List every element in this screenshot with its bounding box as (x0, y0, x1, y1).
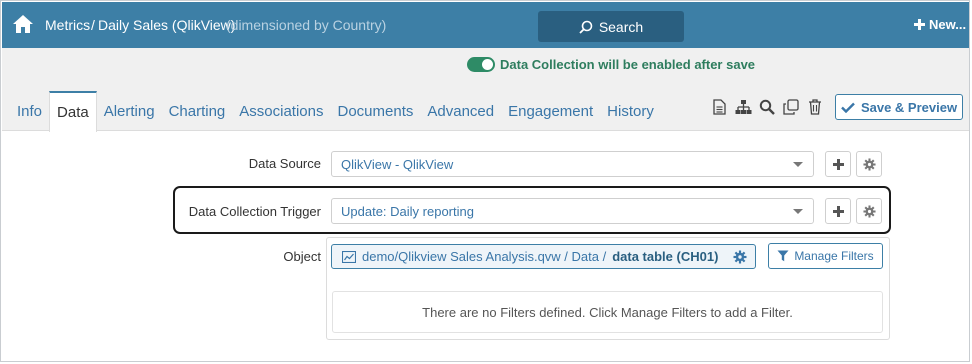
gear-icon (862, 157, 876, 171)
tab-charting[interactable]: Charting (162, 91, 233, 131)
breadcrumb-metrics[interactable]: Metrics (45, 17, 90, 33)
toolbar-icons (710, 97, 824, 117)
hierarchy-icon[interactable] (734, 97, 752, 117)
save-preview-label: Save & Preview (860, 99, 958, 115)
copy-icon[interactable] (782, 97, 800, 117)
plus-icon (832, 158, 844, 170)
home-icon[interactable] (12, 14, 34, 34)
search-label: Search (598, 18, 644, 35)
add-data-source-button[interactable] (825, 151, 851, 177)
page-title: Daily Sales (QlikView) (98, 17, 236, 33)
manage-filters-button[interactable]: Manage Filters (768, 243, 883, 269)
tab-advanced[interactable]: Advanced (420, 91, 501, 131)
gear-icon (862, 204, 876, 218)
add-trigger-button[interactable] (825, 198, 851, 224)
tab-documents[interactable]: Documents (331, 91, 421, 131)
object-name: data table (CH01) (612, 249, 719, 264)
object-field[interactable]: demo/Qlikview Sales Analysis.qvw / Data … (331, 244, 756, 269)
data-collection-notice: Data Collection will be enabled after sa… (500, 57, 756, 72)
new-label: New... (929, 17, 967, 32)
breadcrumb-separator: / (91, 17, 95, 33)
data-source-label: Data Source (248, 156, 321, 171)
tab-associations[interactable]: Associations (232, 91, 330, 131)
no-filters-text: There are no Filters defined. Click Mana… (422, 304, 793, 320)
top-header: Metrics / Daily Sales (QlikView) (dimens… (2, 2, 969, 48)
data-source-settings-button[interactable] (856, 151, 882, 177)
tab-bar: Info Data Alerting Charting Associations… (10, 91, 661, 132)
object-label: Object (283, 249, 321, 264)
save-preview-button[interactable]: Save & Preview (835, 94, 963, 120)
checkmark-icon (841, 102, 855, 113)
no-filters-message: There are no Filters defined. Click Mana… (332, 291, 883, 333)
app-window: Metrics / Daily Sales (QlikView) (dimens… (0, 0, 970, 362)
tab-history[interactable]: History (600, 91, 661, 131)
data-source-select[interactable]: QlikView - QlikView (331, 151, 814, 177)
search-icon (579, 20, 593, 34)
tab-engagement[interactable]: Engagement (501, 91, 600, 131)
trigger-value: Update: Daily reporting (341, 203, 474, 219)
toggle-knob (482, 59, 493, 70)
plus-icon (832, 205, 844, 217)
chevron-down-icon (793, 162, 803, 167)
search-icon[interactable] (758, 97, 776, 117)
sub-header-panel: Data Collection will be enabled after sa… (2, 48, 969, 132)
filter-icon (777, 250, 789, 262)
object-path: demo/Qlikview Sales Analysis.qvw / Data … (362, 249, 607, 264)
manage-filters-label: Manage Filters (794, 249, 874, 263)
trigger-label: Data Collection Trigger (188, 204, 321, 219)
search-button[interactable]: Search (538, 11, 684, 42)
page-subtitle: (dimensioned by Country) (226, 17, 387, 33)
data-collection-toggle[interactable] (467, 57, 495, 72)
trigger-select[interactable]: Update: Daily reporting (331, 198, 814, 224)
tab-info[interactable]: Info (10, 91, 49, 131)
chart-table-icon (342, 250, 356, 263)
document-icon[interactable] (710, 97, 728, 117)
trash-icon[interactable] (806, 97, 824, 117)
new-button[interactable]: New... (914, 17, 966, 32)
chevron-down-icon (793, 209, 803, 214)
tab-data[interactable]: Data (49, 91, 97, 132)
trigger-settings-button[interactable] (856, 198, 882, 224)
data-source-value: QlikView - QlikView (341, 156, 454, 172)
plus-icon (914, 19, 925, 30)
gear-icon[interactable] (733, 250, 747, 264)
tab-alerting[interactable]: Alerting (97, 91, 162, 131)
